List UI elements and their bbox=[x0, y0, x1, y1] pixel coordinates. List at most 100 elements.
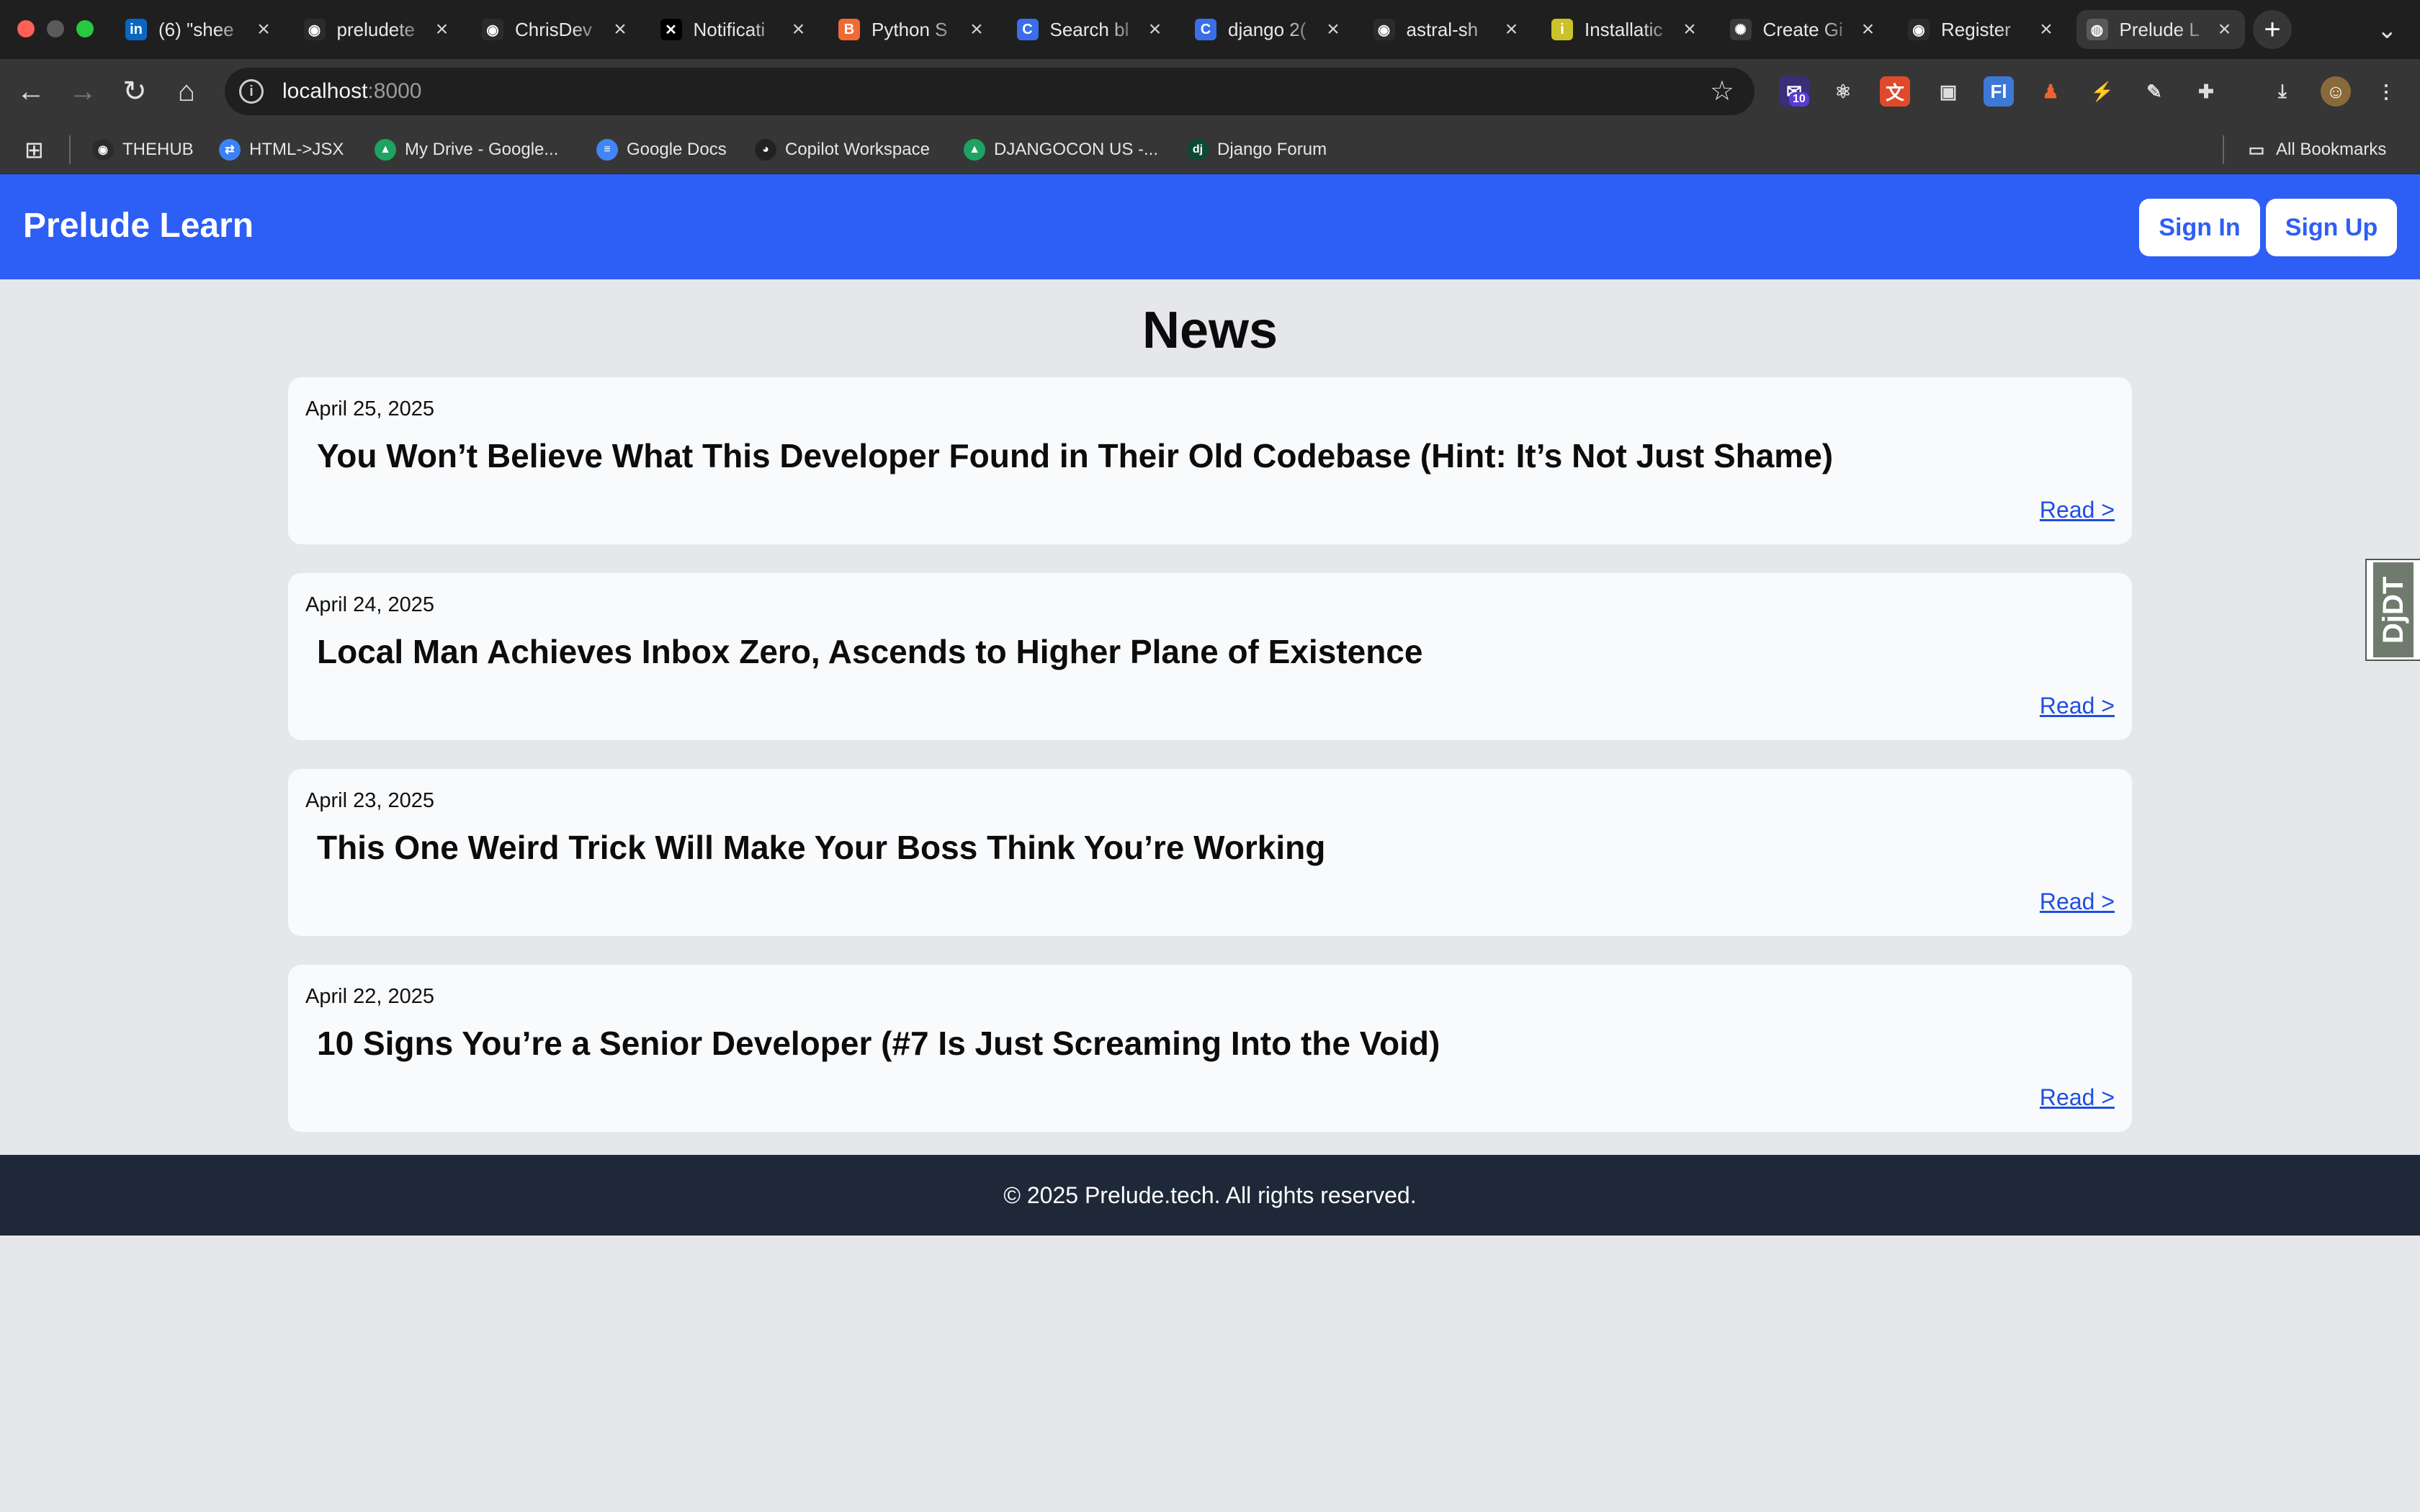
apps-grid-icon[interactable]: ⊞ bbox=[24, 135, 44, 164]
browser-tab[interactable]: ◍ Prelude L × bbox=[2076, 10, 2245, 49]
browser-tab[interactable]: in (6) "shee × bbox=[115, 10, 284, 49]
news-headline: This One Weird Trick Will Make Your Boss… bbox=[317, 829, 1326, 866]
news-card: April 24, 2025 Local Man Achieves Inbox Z… bbox=[288, 573, 2132, 740]
bookmark-item[interactable]: ◉ THEHUB bbox=[92, 135, 194, 164]
news-card: April 22, 2025 10 Signs You’re a Senior D… bbox=[288, 965, 2132, 1132]
browser-tab[interactable]: ✺ Create Gi × bbox=[1720, 10, 1888, 49]
bookmark-star-icon[interactable]: ☆ bbox=[1710, 75, 1734, 107]
fl-extension-icon[interactable]: Fl bbox=[1984, 76, 2014, 107]
maximize-window-button[interactable] bbox=[76, 20, 94, 37]
news-date: April 23, 2025 bbox=[305, 789, 434, 812]
read-more-link[interactable]: Read > bbox=[2040, 1084, 2115, 1111]
close-tab-icon[interactable]: × bbox=[789, 17, 809, 42]
tab-title: preludete bbox=[336, 18, 415, 40]
tab-title: astral-sh bbox=[1406, 18, 1479, 40]
google-drive-icon: ▲ bbox=[375, 139, 396, 161]
close-tab-icon[interactable]: × bbox=[2036, 17, 2056, 42]
news-date: April 22, 2025 bbox=[305, 985, 434, 1008]
browser-tab[interactable]: B Python S × bbox=[828, 10, 997, 49]
blocker-extension-icon[interactable]: ⚡ bbox=[2087, 76, 2118, 107]
site-info-icon[interactable]: i bbox=[239, 79, 264, 104]
downloads-icon[interactable]: ⤓ bbox=[2267, 76, 2298, 107]
address-url[interactable]: localhost:8000 bbox=[282, 79, 421, 104]
sign-up-button[interactable]: Sign Up bbox=[2266, 199, 2397, 256]
browser-tab[interactable]: ◉ ChrisDev × bbox=[472, 10, 640, 49]
bookmark-item[interactable]: ⇄ HTML->JSX bbox=[219, 135, 344, 164]
linkedin-icon: in bbox=[125, 19, 147, 40]
news-card: April 23, 2025 This One Weird Trick Will … bbox=[288, 769, 2132, 936]
reload-icon[interactable]: ↻ bbox=[115, 72, 154, 111]
news-card: April 25, 2025 You Won’t Believe What Thi… bbox=[288, 377, 2132, 544]
close-tab-icon[interactable]: × bbox=[432, 17, 452, 42]
read-more-link[interactable]: Read > bbox=[2040, 693, 2115, 719]
back-arrow-icon[interactable]: ← bbox=[12, 72, 50, 111]
bookmark-item[interactable]: ▲ My Drive - Google... bbox=[375, 135, 558, 164]
browser-tab[interactable]: Cdjango 2( × bbox=[1185, 10, 1353, 49]
home-icon[interactable]: ⌂ bbox=[167, 72, 206, 111]
django-debug-toolbar-handle[interactable]: DjDT bbox=[2365, 559, 2420, 661]
site-brand[interactable]: Prelude Learn bbox=[23, 206, 254, 246]
profile-avatar[interactable]: ☺ bbox=[2321, 76, 2351, 107]
bookmark-label: HTML->JSX bbox=[249, 140, 344, 159]
tab-title: Search bl bbox=[1049, 18, 1129, 40]
browser-tab[interactable]: C Search bl × bbox=[1007, 10, 1175, 49]
close-tab-icon[interactable]: × bbox=[1680, 17, 1700, 42]
close-tab-icon[interactable]: × bbox=[1323, 17, 1343, 42]
tab-title: ChrisDev bbox=[515, 18, 592, 40]
browser-tab[interactable]: ✕ Notificati × bbox=[650, 10, 819, 49]
close-window-button[interactable] bbox=[17, 20, 35, 37]
user-extension-icon[interactable]: ♟ bbox=[2035, 76, 2066, 107]
close-tab-icon[interactable]: × bbox=[1145, 17, 1165, 42]
close-tab-icon[interactable]: × bbox=[2215, 17, 2235, 42]
close-tab-icon[interactable]: × bbox=[1502, 17, 1522, 42]
tab-title: Installatic bbox=[1585, 18, 1663, 40]
django-icon: dj bbox=[1187, 139, 1209, 161]
tab-search-chevron-icon[interactable]: ⌄ bbox=[2377, 16, 2398, 45]
browser-tab-strip: in (6) "shee × ◉ preludete × ◉ ChrisDev × ✕ Notifi… bbox=[0, 0, 2420, 59]
web-page: Prelude Learn Sign In Sign Up News April… bbox=[0, 174, 2420, 1512]
browser-tab[interactable]: ◉ preludete × bbox=[294, 10, 462, 49]
copilot-icon: C bbox=[1195, 19, 1216, 40]
sign-in-button[interactable]: Sign In bbox=[2139, 199, 2260, 256]
browser-toolbar: ← → ↻ ⌂ i localhost:8000 ☆ ✉ 10 ⚛ 文 ▣ Fl … bbox=[0, 59, 2420, 124]
forward-arrow-icon[interactable]: → bbox=[63, 72, 102, 111]
all-bookmarks-label: All Bookmarks bbox=[2276, 140, 2387, 159]
bookmark-item[interactable]: dj Django Forum bbox=[1187, 135, 1327, 164]
github-icon: ◉ bbox=[1373, 19, 1395, 40]
bookmark-label: THEHUB bbox=[122, 140, 194, 159]
eyedropper-extension-icon[interactable]: ✎ bbox=[2139, 76, 2169, 107]
bookmark-label: My Drive - Google... bbox=[405, 140, 559, 159]
bookmark-item[interactable]: ≡ Google Docs bbox=[596, 135, 727, 164]
screen-capture-extension-icon[interactable]: ▣ bbox=[1933, 76, 1963, 107]
close-tab-icon[interactable]: × bbox=[967, 17, 987, 42]
browser-tab[interactable]: ◉ Register × bbox=[1898, 10, 2066, 49]
tab-title: Notificati bbox=[693, 18, 766, 40]
copilot-icon: C bbox=[1016, 19, 1039, 40]
bookmark-item[interactable]: ◕ Copilot Workspace bbox=[755, 135, 930, 164]
github-icon: ◉ bbox=[303, 19, 326, 40]
tab-title: django 2( bbox=[1228, 18, 1307, 40]
github-icon: ◉ bbox=[1908, 19, 1930, 40]
bookmark-label: Google Docs bbox=[627, 140, 727, 159]
bookmark-item[interactable]: ▲ DJANGOCON US -... bbox=[964, 135, 1158, 164]
address-bar[interactable]: i localhost:8000 ☆ bbox=[225, 68, 1754, 115]
read-more-link[interactable]: Read > bbox=[2040, 497, 2115, 523]
close-tab-icon[interactable]: × bbox=[1858, 17, 1878, 42]
openai-icon: ✺ bbox=[1729, 19, 1752, 40]
browser-tab[interactable]: i Installatic × bbox=[1541, 10, 1710, 49]
tab-title: (6) "shee bbox=[158, 18, 234, 40]
extension-mail-icon[interactable]: ✉ 10 bbox=[1779, 76, 1809, 107]
read-more-link[interactable]: Read > bbox=[2040, 888, 2115, 915]
browser-menu-icon[interactable]: ⋮ bbox=[2371, 76, 2401, 107]
extensions-puzzle-icon[interactable]: ✚ bbox=[2191, 76, 2221, 107]
site-header: Prelude Learn Sign In Sign Up bbox=[0, 174, 2420, 279]
all-bookmarks-folder[interactable]: ▭ All Bookmarks bbox=[2246, 135, 2387, 164]
minimize-window-button[interactable] bbox=[47, 20, 64, 37]
close-tab-icon[interactable]: × bbox=[254, 17, 274, 42]
new-tab-button[interactable]: + bbox=[2253, 10, 2292, 49]
browser-tab[interactable]: ◉ astral-sh × bbox=[1363, 10, 1532, 49]
site-footer: © 2025 Prelude.tech. All rights reserved… bbox=[0, 1155, 2420, 1236]
react-devtools-icon[interactable]: ⚛ bbox=[1828, 76, 1858, 107]
close-tab-icon[interactable]: × bbox=[610, 17, 630, 42]
translate-extension-icon[interactable]: 文 bbox=[1880, 76, 1910, 107]
